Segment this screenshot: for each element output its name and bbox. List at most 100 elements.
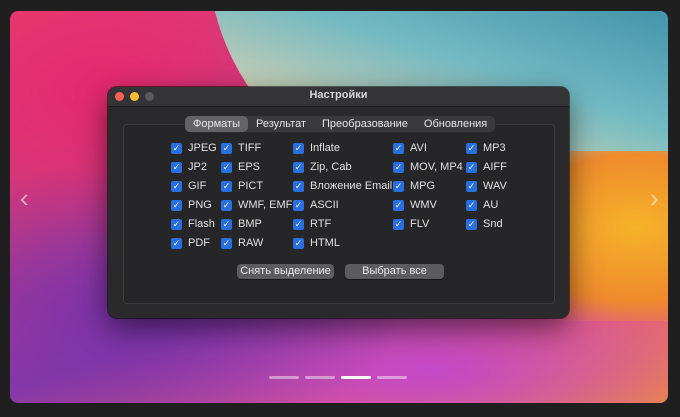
format-checkbox-label: HTML [310, 237, 340, 249]
titlebar: Настройки [108, 87, 569, 107]
format-checkbox-label: WAV [483, 180, 507, 192]
checkmark-icon[interactable]: ✓ [221, 199, 232, 211]
format-checkbox[interactable]: ✓ Вложение Email [293, 180, 392, 192]
format-checkbox-label: AIFF [483, 161, 507, 173]
checkmark-icon[interactable]: ✓ [466, 161, 477, 173]
format-checkbox-label: Вложение Email [310, 180, 393, 192]
checkmark-icon[interactable]: ✓ [171, 218, 182, 230]
format-checkbox[interactable]: ✓ TIFF [221, 142, 261, 154]
checkmark-icon[interactable]: ✓ [221, 161, 232, 173]
checkmark-icon[interactable]: ✓ [293, 142, 304, 154]
pager-dot-active[interactable] [341, 376, 371, 379]
format-checkbox-label: AU [483, 199, 499, 211]
format-checkbox-label: JP2 [188, 161, 207, 173]
carousel-pager [269, 376, 407, 379]
format-checkbox[interactable]: ✓ PNG [171, 199, 212, 211]
checkmark-icon[interactable]: ✓ [393, 199, 404, 211]
format-checkbox[interactable]: ✓ Zip, Cab [293, 161, 352, 173]
checkmark-icon[interactable]: ✓ [466, 218, 477, 230]
checkmark-icon[interactable]: ✓ [393, 180, 404, 192]
format-checkbox-label: RAW [238, 237, 264, 249]
format-checkbox-label: MPG [410, 180, 436, 192]
format-checkbox[interactable]: ✓ AVI [393, 142, 427, 154]
tab-bar: Форматы Результат Преобразование Обновле… [185, 116, 496, 132]
format-checkbox-label: Zip, Cab [310, 161, 352, 173]
format-checkbox-label: MP3 [483, 142, 506, 154]
checkmark-icon[interactable]: ✓ [171, 237, 182, 249]
format-checkbox-label: Snd [483, 218, 503, 230]
pager-dot[interactable] [377, 376, 407, 379]
format-checkbox[interactable]: ✓ Inflate [293, 142, 340, 154]
format-checkbox[interactable]: ✓ EPS [221, 161, 260, 173]
checkmark-icon[interactable]: ✓ [393, 142, 404, 154]
checkmark-icon[interactable]: ✓ [393, 218, 404, 230]
format-checkbox[interactable]: ✓ HTML [293, 237, 340, 249]
format-checkbox[interactable]: ✓ WAV [466, 180, 507, 192]
format-checkbox[interactable]: ✓ AU [466, 199, 498, 211]
format-checkbox[interactable]: ✓ WMF, EMF [221, 199, 292, 211]
pager-dot[interactable] [269, 376, 299, 379]
format-checkbox-label: PICT [238, 180, 264, 192]
format-checkbox[interactable]: ✓ GIF [171, 180, 206, 192]
tab-result[interactable]: Результат [248, 116, 314, 132]
format-checkbox[interactable]: ✓ MOV, MP4 [393, 161, 463, 173]
format-checkbox[interactable]: ✓ MPG [393, 180, 435, 192]
checkmark-icon[interactable]: ✓ [171, 199, 182, 211]
next-arrow-icon[interactable]: › [650, 185, 659, 211]
checkmark-icon[interactable]: ✓ [393, 161, 404, 173]
prev-arrow-icon[interactable]: ‹ [20, 185, 29, 211]
checkmark-icon[interactable]: ✓ [293, 180, 304, 192]
format-checkbox-label: ASCII [310, 199, 339, 211]
checkmark-icon[interactable]: ✓ [171, 142, 182, 154]
format-checkbox[interactable]: ✓ MP3 [466, 142, 506, 154]
checkmark-icon[interactable]: ✓ [221, 218, 232, 230]
format-checkbox-label: TIFF [238, 142, 262, 154]
format-checkbox-label: RTF [310, 218, 332, 230]
format-checkbox[interactable]: ✓ Flash [171, 218, 215, 230]
format-checkbox[interactable]: ✓ AIFF [466, 161, 507, 173]
format-checkbox-label: JPEG [188, 142, 217, 154]
format-checkbox[interactable]: ✓ RAW [221, 237, 263, 249]
format-checkbox[interactable]: ✓ FLV [393, 218, 429, 230]
checkmark-icon[interactable]: ✓ [293, 218, 304, 230]
format-checkbox[interactable]: ✓ PICT [221, 180, 263, 192]
checkmark-icon[interactable]: ✓ [221, 142, 232, 154]
format-checkbox-label: AVI [410, 142, 427, 154]
format-checkbox-label: FLV [410, 218, 430, 230]
checkmark-icon[interactable]: ✓ [221, 180, 232, 192]
format-checkbox-label: BMP [238, 218, 262, 230]
format-checkbox[interactable]: ✓ Snd [466, 218, 503, 230]
format-checkbox[interactable]: ✓ JP2 [171, 161, 207, 173]
format-checkbox[interactable]: ✓ ASCII [293, 199, 339, 211]
deselect-all-button[interactable]: Снять выделение [237, 264, 334, 279]
format-checkbox-label: WMF, EMF [238, 199, 293, 211]
checkmark-icon[interactable]: ✓ [221, 237, 232, 249]
select-all-button[interactable]: Выбрать все [345, 264, 444, 279]
format-checkbox-label: WMV [410, 199, 437, 211]
tab-formats[interactable]: Форматы [185, 116, 248, 132]
format-checkbox[interactable]: ✓ BMP [221, 218, 262, 230]
checkmark-icon[interactable]: ✓ [466, 180, 477, 192]
pager-dot[interactable] [305, 376, 335, 379]
checkmark-icon[interactable]: ✓ [293, 237, 304, 249]
checkmark-icon[interactable]: ✓ [466, 142, 477, 154]
format-checkbox-label: Inflate [310, 142, 340, 154]
checkmark-icon[interactable]: ✓ [293, 161, 304, 173]
format-checkbox-label: PNG [188, 199, 212, 211]
format-checkbox[interactable]: ✓ RTF [293, 218, 331, 230]
tab-updates[interactable]: Обновления [416, 116, 495, 132]
window-title: Настройки [309, 89, 368, 101]
format-checkbox[interactable]: ✓ PDF [171, 237, 210, 249]
format-checkbox-label: MOV, MP4 [410, 161, 463, 173]
format-checkbox-label: Flash [188, 218, 215, 230]
format-checkbox[interactable]: ✓ WMV [393, 199, 437, 211]
checkmark-icon[interactable]: ✓ [171, 161, 182, 173]
format-checkbox-label: PDF [188, 237, 210, 249]
tab-conversion[interactable]: Преобразование [314, 116, 416, 132]
checkmark-icon[interactable]: ✓ [171, 180, 182, 192]
checkmark-icon[interactable]: ✓ [466, 199, 477, 211]
checkmark-icon[interactable]: ✓ [293, 199, 304, 211]
format-checkbox-label: GIF [188, 180, 207, 192]
format-checkbox[interactable]: ✓ JPEG [171, 142, 217, 154]
settings-window: Настройки Форматы Результат Преобразован… [108, 87, 569, 318]
